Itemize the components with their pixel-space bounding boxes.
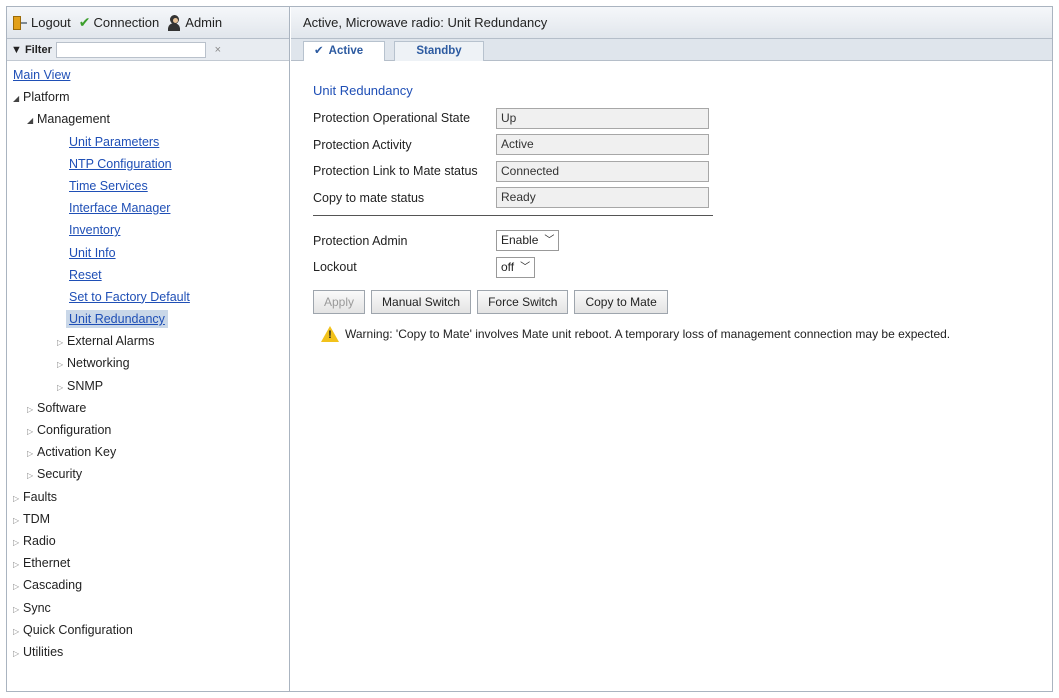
connection-button[interactable]: ✔ Connection <box>79 14 160 31</box>
unit-redundancy-form: Unit Redundancy Protection Operational S… <box>313 83 1043 342</box>
tree-item-inventory[interactable]: Inventory <box>69 223 120 237</box>
tree-item-time-services[interactable]: Time Services <box>69 179 148 193</box>
tab-active[interactable]: ✔ Active <box>303 41 385 61</box>
tree-item-unit-info[interactable]: Unit Info <box>69 246 116 260</box>
field-row: Protection Activity Active <box>313 134 1043 156</box>
tree-item-unit-parameters[interactable]: Unit Parameters <box>69 135 159 149</box>
tree-item-snmp[interactable]: ▷ SNMP <box>13 375 289 397</box>
tree-item-ethernet[interactable]: ▷ Ethernet <box>13 552 289 574</box>
collapsed-arrow-icon[interactable]: ▷ <box>13 532 23 554</box>
page-title: Active, Microwave radio: Unit Redundancy <box>291 7 1052 39</box>
field-label: Protection Admin <box>313 233 408 248</box>
tree-item-networking[interactable]: ▷ Networking <box>13 352 289 374</box>
tree-item-configuration[interactable]: ▷ Configuration <box>13 419 289 441</box>
tree-item-quick-configuration[interactable]: ▷ Quick Configuration <box>13 619 289 641</box>
collapsed-arrow-icon[interactable]: ▷ <box>27 465 37 487</box>
protection-admin-select[interactable]: Enable ﹀ <box>496 230 560 251</box>
tree-item-utilities[interactable]: ▷ Utilities <box>13 641 289 663</box>
checkmark-icon: ✔ <box>78 14 91 30</box>
app-window: Logout ✔ Connection Admin ▼ Filter × Mai… <box>6 6 1053 692</box>
protection-activity-value: Active <box>496 134 709 155</box>
tab-bar: ✔ Active Standby <box>291 39 1052 61</box>
field-row: Protection Admin Enable ﹀ <box>313 230 1043 252</box>
field-label: Lockout <box>313 260 357 274</box>
logout-label: Logout <box>31 15 71 30</box>
tree-item-tdm[interactable]: ▷ TDM <box>13 508 289 530</box>
tree-item-unit-redundancy[interactable]: Unit Redundancy <box>66 310 168 329</box>
tree-item-sync[interactable]: ▷ Sync <box>13 597 289 619</box>
tree-item-external-alarms[interactable]: ▷ External Alarms <box>13 330 289 352</box>
logout-icon <box>13 15 27 31</box>
clear-icon[interactable]: × <box>210 42 226 58</box>
connection-label: Connection <box>93 15 160 30</box>
tree-item-radio[interactable]: ▷ Radio <box>13 530 289 552</box>
tree-item-security[interactable]: ▷ Security <box>13 463 289 485</box>
tree-item-platform[interactable]: ◢ Platform <box>13 86 289 108</box>
tree-item-faults[interactable]: ▷ Faults <box>13 486 289 508</box>
chevron-down-icon: ﹀ <box>520 261 531 273</box>
field-row: Protection Operational State Up <box>313 107 1043 129</box>
collapsed-arrow-icon[interactable]: ▷ <box>27 443 37 465</box>
tree-item-software[interactable]: ▷ Software <box>13 397 289 419</box>
collapsed-arrow-icon[interactable]: ▷ <box>13 488 23 510</box>
chevron-down-icon: ﹀ <box>544 235 555 246</box>
collapsed-arrow-icon[interactable]: ▷ <box>13 554 23 576</box>
tree-item-reset[interactable]: Reset <box>69 268 102 282</box>
field-row: Lockout off ﹀ <box>313 256 1043 278</box>
tree-item-cascading[interactable]: ▷ Cascading <box>13 574 289 596</box>
logout-button[interactable]: Logout <box>13 15 71 31</box>
collapsed-arrow-icon[interactable]: ▷ <box>13 643 23 665</box>
warning-text: Warning: 'Copy to Mate' involves Mate un… <box>345 327 951 341</box>
divider <box>313 214 713 216</box>
protection-operational-state-value: Up <box>496 107 709 129</box>
protection-link-status-value: Connected <box>496 160 709 182</box>
field-row: Protection Link to Mate status Connected <box>313 160 1043 182</box>
tree-item-ntp-configuration[interactable]: NTP Configuration <box>69 157 172 171</box>
collapsed-arrow-icon[interactable]: ▷ <box>13 576 23 598</box>
field-label: Protection Activity <box>313 137 412 152</box>
collapsed-arrow-icon[interactable]: ▷ <box>13 599 23 621</box>
tree-item-activation-key[interactable]: ▷ Activation Key <box>13 441 289 463</box>
collapsed-arrow-icon[interactable]: ▷ <box>57 354 67 376</box>
copy-to-mate-status-value: Ready <box>496 187 709 208</box>
user-icon <box>167 14 181 31</box>
navigation-panel: Logout ✔ Connection Admin ▼ Filter × Mai… <box>7 7 290 691</box>
field-label: Protection Operational State <box>313 111 471 125</box>
filter-input[interactable] <box>55 41 206 58</box>
field-row: Copy to mate status Ready <box>313 187 1043 209</box>
admin-button[interactable]: Admin <box>167 14 223 31</box>
warning-message: ! Warning: 'Copy to Mate' involves Mate … <box>321 326 1043 342</box>
content-panel: Active, Microwave radio: Unit Redundancy… <box>291 7 1052 691</box>
lockout-select[interactable]: off ﹀ <box>496 256 536 278</box>
collapsed-arrow-icon[interactable]: ▷ <box>57 377 67 399</box>
collapsed-arrow-icon[interactable]: ▷ <box>13 510 23 532</box>
collapsed-arrow-icon[interactable]: ▷ <box>27 421 37 443</box>
collapsed-arrow-icon[interactable]: ▷ <box>57 332 67 354</box>
collapsed-arrow-icon[interactable]: ▷ <box>13 621 23 643</box>
admin-label: Admin <box>185 15 223 30</box>
field-label: Protection Link to Mate status <box>313 164 478 178</box>
section-title: Unit Redundancy <box>313 83 413 98</box>
navigation-tree: Main View ◢ Platform ◢ Management Unit Par… <box>7 61 289 663</box>
tree-item-management[interactable]: ◢ Management <box>13 108 289 130</box>
apply-button[interactable]: Apply <box>313 290 366 314</box>
field-label: Copy to mate status <box>313 190 425 205</box>
expanded-arrow-icon[interactable]: ◢ <box>13 88 23 110</box>
warning-icon: ! <box>321 326 339 342</box>
filter-bar: ▼ Filter × <box>7 39 289 61</box>
tab-standby[interactable]: Standby <box>394 41 484 61</box>
top-toolbar: Logout ✔ Connection Admin <box>7 7 289 39</box>
tree-item-set-to-factory-default[interactable]: Set to Factory Default <box>69 290 190 304</box>
tree-item-interface-manager[interactable]: Interface Manager <box>69 201 170 215</box>
filter-label[interactable]: ▼ Filter <box>11 44 52 56</box>
tree-item-main-view[interactable]: Main View <box>13 68 70 82</box>
expanded-arrow-icon[interactable]: ◢ <box>27 110 37 132</box>
force-switch-button[interactable]: Force Switch <box>477 290 569 314</box>
checkmark-icon: ✔ <box>314 45 324 57</box>
collapsed-arrow-icon[interactable]: ▷ <box>27 399 37 421</box>
action-buttons: Apply Manual Switch Force Switch Copy to… <box>313 290 1043 314</box>
manual-switch-button[interactable]: Manual Switch <box>371 290 472 314</box>
copy-to-mate-button[interactable]: Copy to Mate <box>574 290 668 314</box>
